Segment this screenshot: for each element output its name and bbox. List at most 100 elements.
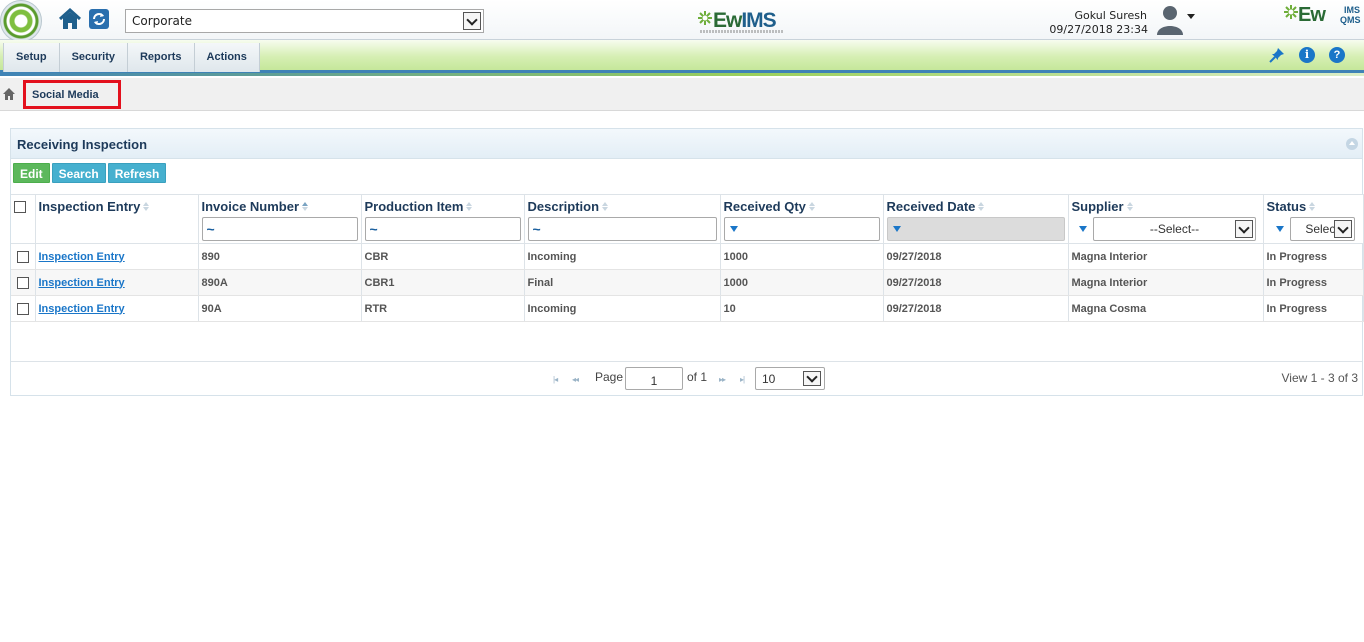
- record-count: View 1 - 3 of 3: [1281, 371, 1359, 385]
- page-size-value: 10: [762, 372, 776, 386]
- col-production-item[interactable]: Production Item: [361, 194, 525, 215]
- status-filter-select[interactable]: Select: [1289, 216, 1355, 241]
- last-page-icon[interactable]: ▸|: [740, 375, 745, 384]
- filter-item-cell: ~: [361, 214, 525, 244]
- refresh-icon[interactable]: [88, 8, 110, 30]
- brand-ims-text: IMS: [741, 9, 776, 32]
- next-page-icon[interactable]: ▸▸: [719, 375, 726, 384]
- main-menu-bar: Setup Security Reports Actions i ?: [0, 40, 1364, 76]
- refresh-button[interactable]: Refresh: [107, 163, 167, 183]
- row-checkbox[interactable]: [17, 250, 29, 263]
- filter-date-cell: [883, 214, 1069, 244]
- panel-title: Receiving Inspection: [11, 129, 1362, 159]
- table-row[interactable]: Inspection Entry 890 CBR Incoming 1000 0…: [11, 243, 1364, 270]
- ewqms-logo: Ew IMS QMS: [1284, 4, 1361, 27]
- col-label: Status: [1266, 198, 1307, 214]
- top-header: Corporate EwIMS Gokul Suresh 09/27/2018 …: [0, 0, 1364, 42]
- filter-qty-cell: [720, 214, 884, 244]
- cell-date: 09/27/2018: [883, 269, 1069, 296]
- grid-pager: |◂ ◂◂ Page 1 of 1 ▸▸ ▸| 10 View 1 - 3 of…: [11, 361, 1362, 395]
- cell-status: In Progress: [1263, 269, 1364, 296]
- contains-operator-icon[interactable]: ~: [207, 221, 215, 237]
- cell-entry: Inspection Entry: [35, 243, 199, 270]
- cell-invoice: 890A: [198, 269, 362, 296]
- filter-icon[interactable]: [729, 225, 738, 232]
- col-label: Inspection Entry: [38, 198, 141, 214]
- row-select-cell: [11, 295, 36, 322]
- contains-operator-icon[interactable]: ~: [533, 221, 541, 237]
- chevron-down-icon: [463, 12, 481, 30]
- row-checkbox[interactable]: [17, 302, 29, 315]
- menu-reports[interactable]: Reports: [127, 43, 195, 72]
- page-number-input[interactable]: 1: [625, 367, 683, 390]
- receiving-inspection-panel: Receiving Inspection Edit Search Refresh…: [10, 128, 1364, 396]
- select-all-checkbox[interactable]: [14, 201, 26, 214]
- pin-icon[interactable]: [1269, 47, 1285, 63]
- description-filter-input[interactable]: ~: [527, 216, 717, 241]
- col-inspection-entry[interactable]: Inspection Entry: [35, 194, 199, 215]
- breadcrumb-home-icon[interactable]: [3, 88, 15, 100]
- received-qty-filter-input[interactable]: [723, 216, 880, 241]
- cell-date: 09/27/2018: [883, 243, 1069, 270]
- cell-item: CBR: [361, 243, 525, 270]
- filter-icon[interactable]: [1079, 225, 1087, 232]
- col-supplier[interactable]: Supplier: [1068, 194, 1264, 215]
- filter-supplier-cell: --Select--: [1068, 214, 1264, 244]
- col-received-qty[interactable]: Received Qty: [720, 194, 884, 215]
- inspection-entry-link[interactable]: Inspection Entry: [39, 251, 125, 263]
- col-received-date[interactable]: Received Date: [883, 194, 1069, 215]
- grid-toolbar: Edit Search Refresh: [13, 163, 167, 183]
- edit-button[interactable]: Edit: [13, 163, 50, 183]
- sort-icon: [602, 201, 609, 211]
- breadcrumb-current[interactable]: Social Media: [23, 80, 121, 109]
- filter-icon[interactable]: [892, 225, 901, 232]
- menu-actions[interactable]: Actions: [194, 43, 260, 72]
- cell-description: Incoming: [524, 295, 721, 322]
- invoice-filter-input[interactable]: ~: [201, 216, 358, 241]
- user-name: Gokul Suresh: [1074, 9, 1147, 22]
- cell-invoice: 90A: [198, 295, 362, 322]
- table-row[interactable]: Inspection Entry 90A RTR Incoming 10 09/…: [11, 295, 1364, 322]
- chevron-down-icon: [1235, 219, 1253, 238]
- cell-description: Final: [524, 269, 721, 296]
- prev-page-icon[interactable]: ◂◂: [572, 375, 579, 384]
- first-page-icon[interactable]: |◂: [553, 375, 558, 384]
- cell-item: CBR1: [361, 269, 525, 296]
- col-description[interactable]: Description: [524, 194, 721, 215]
- collapse-icon[interactable]: [1346, 138, 1358, 150]
- help-icon[interactable]: ?: [1329, 47, 1345, 63]
- user-menu-caret-icon[interactable]: [1187, 14, 1195, 19]
- user-avatar-icon[interactable]: [1155, 3, 1185, 35]
- filter-invoice-cell: ~: [198, 214, 362, 244]
- info-icon[interactable]: i: [1299, 47, 1315, 63]
- menu-setup[interactable]: Setup: [3, 43, 60, 72]
- cell-qty: 1000: [720, 269, 884, 296]
- production-item-filter-input[interactable]: ~: [364, 216, 521, 241]
- organization-select-value: Corporate: [132, 14, 192, 28]
- organization-select[interactable]: Corporate: [125, 9, 484, 33]
- filter-spacer: [35, 214, 199, 244]
- cell-qty: 1000: [720, 243, 884, 270]
- home-icon[interactable]: [58, 7, 82, 30]
- table-row[interactable]: Inspection Entry 890A CBR1 Final 1000 09…: [11, 269, 1364, 296]
- received-date-filter-input[interactable]: [886, 216, 1065, 241]
- cell-supplier: Magna Interior: [1068, 269, 1264, 296]
- supplier-filter-select[interactable]: --Select--: [1093, 216, 1256, 241]
- row-checkbox[interactable]: [17, 276, 29, 289]
- page-size-select[interactable]: 10: [755, 367, 825, 390]
- ewims-logo: EwIMS: [698, 9, 784, 33]
- filter-icon[interactable]: [1275, 225, 1284, 232]
- cell-status: In Progress: [1263, 295, 1364, 322]
- menu-security[interactable]: Security: [59, 43, 128, 72]
- search-button[interactable]: Search: [51, 163, 106, 183]
- col-invoice-number[interactable]: Invoice Number: [198, 194, 362, 215]
- col-status[interactable]: Status: [1263, 194, 1364, 215]
- inspection-entry-link[interactable]: Inspection Entry: [39, 277, 125, 289]
- filter-spacer: [11, 214, 36, 244]
- app-logo: [0, 0, 42, 42]
- session-datetime: 09/27/2018 23:34: [1049, 23, 1148, 36]
- inspection-entry-link[interactable]: Inspection Entry: [39, 303, 125, 315]
- filter-status-cell: Select: [1263, 214, 1364, 244]
- contains-operator-icon[interactable]: ~: [370, 221, 378, 237]
- col-label: Invoice Number: [201, 198, 300, 214]
